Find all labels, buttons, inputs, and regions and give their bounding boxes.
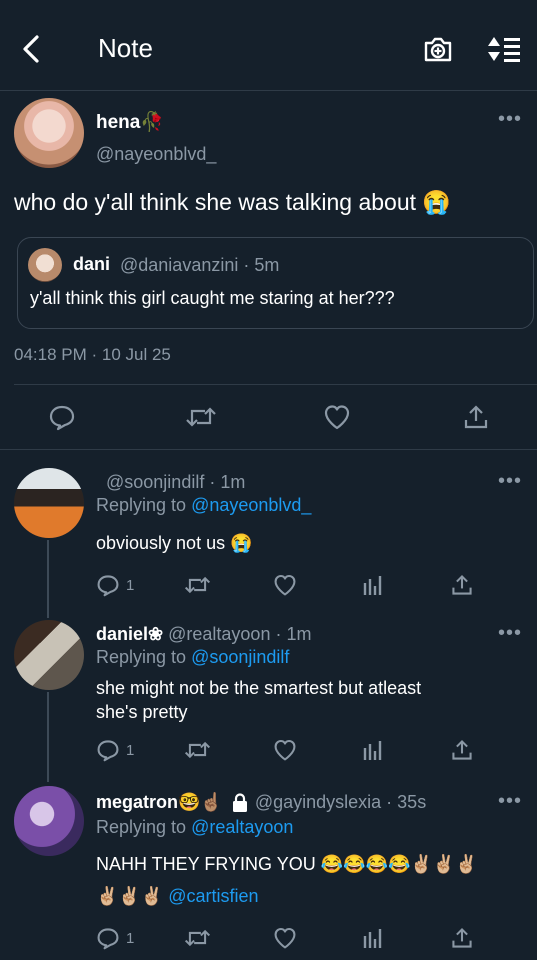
analytics-icon <box>363 929 382 948</box>
main-share-button[interactable] <box>462 403 490 431</box>
reply-icon <box>97 928 119 950</box>
reply-header: daniel❀ @realtayoon · 1m <box>96 624 311 645</box>
chevron-left-icon <box>23 35 39 63</box>
analytics-icon <box>363 576 382 595</box>
divider <box>0 90 537 91</box>
camera-button[interactable] <box>421 32 455 66</box>
replying-to-label: Replying to <box>96 817 187 837</box>
back-button[interactable] <box>14 30 48 68</box>
reply-count: 1 <box>126 576 135 594</box>
reply-button[interactable]: 1 <box>96 738 134 762</box>
reply-handle-time[interactable]: @gayindyslexia · 35s <box>255 792 426 813</box>
retweet-icon <box>184 576 211 594</box>
sort-button[interactable] <box>485 32 523 66</box>
reply-text-line-1: NAHH THEY FRYING YOU 😂😂😂😂✌🏼✌🏼✌🏼 <box>96 854 478 874</box>
retweet-icon <box>186 407 216 427</box>
share-button[interactable] <box>450 573 474 597</box>
reply-display-name[interactable]: megatron🤓☝🏽 <box>96 792 223 813</box>
share-button[interactable] <box>450 738 474 762</box>
reply-text-line-1: she might not be the smartest but atleas… <box>96 678 422 698</box>
reply-avatar[interactable] <box>14 468 84 538</box>
main-post-more-button[interactable]: ••• <box>498 109 522 129</box>
retweet-button[interactable] <box>184 738 211 762</box>
reply-header: megatron🤓☝🏽 @gayindyslexia · 35s <box>96 792 426 813</box>
reply-button[interactable]: 1 <box>96 573 134 597</box>
share-icon <box>452 927 472 948</box>
lock-icon <box>232 792 247 812</box>
reply-icon <box>97 740 119 762</box>
reply-more-button[interactable]: ••• <box>498 623 522 643</box>
reply-display-name[interactable]: daniel❀ <box>96 624 163 644</box>
camera-plus-icon <box>424 37 452 62</box>
reply-mention[interactable]: @cartisfien <box>168 886 258 906</box>
reply-3[interactable]: megatron🤓☝🏽 @gayindyslexia · 35s ••• Rep… <box>0 782 537 960</box>
retweet-icon <box>184 929 211 947</box>
reply-avatar[interactable] <box>14 620 84 690</box>
main-reply-button[interactable] <box>48 403 76 431</box>
replying-to-handle[interactable]: @nayeonblvd_ <box>191 495 311 515</box>
share-icon <box>452 574 472 595</box>
share-icon <box>464 405 488 429</box>
quoted-post-avatar <box>28 248 62 282</box>
reply-count: 1 <box>126 929 135 947</box>
header: Note <box>0 0 537 90</box>
reply-handle-time[interactable]: @soonjindilf · 1m <box>106 472 245 493</box>
analytics-icon <box>363 741 382 760</box>
divider <box>0 449 537 450</box>
replying-to-handle[interactable]: @realtayoon <box>191 817 293 837</box>
reply-button[interactable]: 1 <box>96 926 134 950</box>
replying-to-handle[interactable]: @soonjindilf <box>191 647 289 667</box>
reply-1[interactable]: @soonjindilf · 1m ••• Replying to @nayeo… <box>0 460 537 610</box>
heart-icon <box>274 739 296 761</box>
main-post-display-name[interactable]: hena🥀 <box>96 110 164 134</box>
analytics-button[interactable] <box>362 926 384 950</box>
share-icon <box>452 739 472 760</box>
reply-more-button[interactable]: ••• <box>498 471 522 491</box>
reply-icon <box>49 405 75 431</box>
reply-count: 1 <box>126 741 135 759</box>
divider <box>14 384 537 385</box>
retweet-button[interactable] <box>184 573 211 597</box>
reply-2[interactable]: daniel❀ @realtayoon · 1m ••• Replying to… <box>0 612 537 772</box>
share-button[interactable] <box>450 926 474 950</box>
replying-to: Replying to @soonjindilf <box>96 647 289 668</box>
page-title: Note <box>98 33 153 63</box>
like-button[interactable] <box>273 573 297 597</box>
main-post-timestamp: 04:18 PM · 10 Jul 25 <box>14 345 171 364</box>
replying-to-label: Replying to <box>96 495 187 515</box>
like-button[interactable] <box>273 926 297 950</box>
reply-text-line-2: ✌🏼✌🏼✌🏼 @cartisfien <box>96 886 259 907</box>
quoted-post-text: y'all think this girl caught me staring … <box>30 288 395 308</box>
reply-icon <box>97 575 119 597</box>
main-like-button[interactable] <box>323 403 351 431</box>
heart-icon <box>274 927 296 949</box>
sort-icon <box>488 37 520 62</box>
reply-emoji-group: ✌🏼✌🏼✌🏼 <box>96 886 164 906</box>
like-button[interactable] <box>273 738 297 762</box>
reply-more-button[interactable]: ••• <box>498 791 522 811</box>
reply-handle-time[interactable]: @realtayoon · 1m <box>168 624 311 644</box>
replying-to: Replying to @realtayoon <box>96 817 293 838</box>
replying-to: Replying to @nayeonblvd_ <box>96 495 311 516</box>
reply-text: obviously not us 😭 <box>96 533 253 553</box>
main-retweet-button[interactable] <box>185 403 217 431</box>
quoted-post[interactable]: dani @daniavanzini · 5m y'all think this… <box>17 237 534 329</box>
analytics-button[interactable] <box>362 573 384 597</box>
quoted-post-display-name: dani <box>73 254 111 274</box>
reply-text-line-2: she's pretty <box>96 702 188 722</box>
main-post-handle[interactable]: @nayeonblvd_ <box>96 144 216 165</box>
heart-icon <box>274 574 296 596</box>
retweet-button[interactable] <box>184 926 211 950</box>
analytics-button[interactable] <box>362 738 384 762</box>
quoted-post-handle-time: @daniavanzini · 5m <box>120 255 280 275</box>
heart-icon <box>324 405 350 430</box>
replying-to-label: Replying to <box>96 647 187 667</box>
reply-avatar[interactable] <box>14 786 84 856</box>
main-post-avatar[interactable] <box>14 98 84 168</box>
main-post-text: who do y'all think she was talking about… <box>14 189 452 215</box>
retweet-icon <box>184 741 211 759</box>
